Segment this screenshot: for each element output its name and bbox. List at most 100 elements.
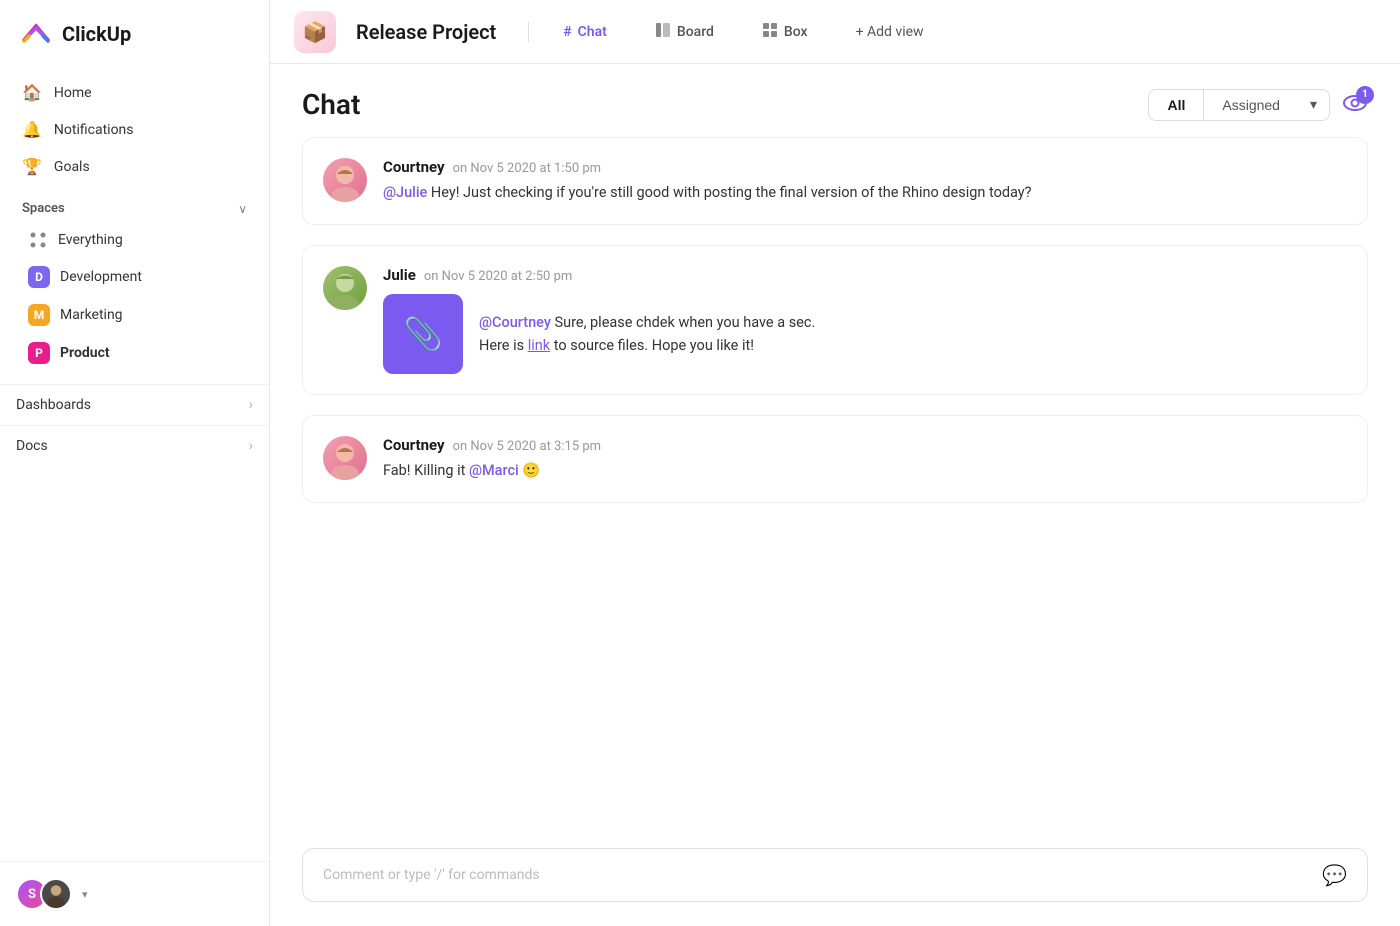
sidebar-item-docs[interactable]: Docs › [0,425,269,466]
sidebar-item-home[interactable]: 🏠 Home [12,74,257,111]
sidebar-item-notifications-label: Notifications [54,122,134,138]
filter-all-button[interactable]: All [1149,90,1204,120]
dropdown-chevron-icon: ▾ [1310,97,1317,113]
sidebar-item-notifications[interactable]: 🔔 Notifications [12,111,257,148]
source-link[interactable]: link [528,337,550,354]
mention-courtney: @Courtney [479,314,551,331]
message-2: Julie on Nov 5 2020 at 2:50 pm 📎 @Courtn… [302,245,1368,395]
filter-dropdown-button[interactable]: ▾ [1298,90,1329,120]
docs-label: Docs [16,438,48,454]
project-icon: 📦 [294,11,336,53]
msg-3-header: Courtney on Nov 5 2020 at 3:15 pm [383,436,1347,454]
message-1: Courtney on Nov 5 2020 at 1:50 pm @Julie… [302,137,1368,225]
avatar-2 [40,878,72,910]
sidebar-item-goals-label: Goals [54,159,90,175]
docs-chevron-icon: › [249,438,253,454]
chat-header-right: All Assigned ▾ 1 [1148,89,1368,121]
msg-3-text: Fab! Killing it @Marci 🙂 [383,460,1347,482]
mention-julie: @Julie [383,184,427,201]
chat-title: Chat [302,88,360,121]
bell-icon: 🔔 [22,120,42,139]
julie-avatar [323,266,367,310]
dashboards-chevron-icon: › [249,397,253,413]
tab-board[interactable]: Board [641,16,728,48]
box-icon [762,22,778,42]
paperclip-icon: 📎 [403,315,443,353]
sidebar-item-development[interactable]: D Development [6,258,263,296]
tab-box-label: Box [784,24,808,40]
tab-divider [528,22,529,42]
sidebar-item-everything[interactable]: Everything [6,222,263,258]
tab-box[interactable]: Box [748,16,822,48]
msg-3-author: Courtney [383,436,445,454]
sidebar-item-home-label: Home [54,85,92,101]
avatar-group[interactable]: S [16,878,72,910]
msg-2-header: Julie on Nov 5 2020 at 2:50 pm [383,266,1347,284]
eye-icon-button[interactable]: 1 [1342,92,1368,118]
everything-label: Everything [58,232,123,248]
logo-text: ClickUp [62,22,131,46]
msg-1-text: @Julie Hey! Just checking if you're stil… [383,182,1347,204]
product-label: Product [60,345,110,361]
msg-2-attachment: 📎 @Courtney Sure, please chdek when you … [383,294,1347,374]
msg-3-time: on Nov 5 2020 at 3:15 pm [453,439,601,454]
home-icon: 🏠 [22,83,42,102]
msg-2-author: Julie [383,266,416,284]
courtney-avatar-1 [323,158,367,202]
dashboards-label: Dashboards [16,397,91,413]
development-label: Development [60,269,142,285]
sidebar-item-marketing[interactable]: M Marketing [6,296,263,334]
mention-marci: @Marci [469,462,519,479]
chat-hash-icon: # [563,24,571,40]
add-view-button[interactable]: + Add view [842,18,938,46]
eye-badge: 1 [1356,86,1374,104]
comment-area: Comment or type '/' for commands 💬 [270,832,1400,926]
trophy-icon: 🏆 [22,157,42,176]
chat-area: Chat All Assigned ▾ 1 [270,64,1400,926]
tab-board-label: Board [677,24,714,40]
msg-1-time: on Nov 5 2020 at 1:50 pm [453,161,601,176]
spaces-label: Spaces [22,201,65,216]
project-icon-emoji: 📦 [303,20,328,44]
attachment-icon-box: 📎 [383,294,463,374]
spaces-chevron-icon: ∨ [238,202,247,216]
msg-2-text: @Courtney Sure, please chdek when you ha… [479,311,815,357]
topbar: 📦 Release Project # Chat Board Box + Add… [270,0,1400,64]
expand-section: Dashboards › Docs › [0,384,269,466]
development-badge: D [28,266,50,288]
clickup-logo-icon [20,18,52,50]
tab-chat-label: Chat [578,24,607,40]
sidebar-item-goals[interactable]: 🏆 Goals [12,148,257,185]
msg-2-time: on Nov 5 2020 at 2:50 pm [424,269,572,284]
board-icon [655,22,671,42]
msg-3-content: Courtney on Nov 5 2020 at 3:15 pm Fab! K… [383,436,1347,482]
sidebar: ClickUp 🏠 Home 🔔 Notifications 🏆 Goals S… [0,0,270,926]
msg-1-header: Courtney on Nov 5 2020 at 1:50 pm [383,158,1347,176]
project-title: Release Project [356,20,496,44]
comment-box[interactable]: Comment or type '/' for commands 💬 [302,848,1368,902]
messages-list: Courtney on Nov 5 2020 at 1:50 pm @Julie… [270,137,1400,832]
message-3: Courtney on Nov 5 2020 at 3:15 pm Fab! K… [302,415,1368,503]
sidebar-bottom: S ▾ [0,861,269,926]
user-avatar-icon [42,878,70,910]
avatar-chevron-icon[interactable]: ▾ [82,888,88,901]
grid-icon [28,230,48,250]
logo-area: ClickUp [0,0,269,68]
spaces-header[interactable]: Spaces ∨ [0,191,269,222]
add-view-label: + Add view [856,24,924,40]
marketing-badge: M [28,304,50,326]
marketing-label: Marketing [60,307,123,323]
product-badge: P [28,342,50,364]
chat-header: Chat All Assigned ▾ 1 [270,64,1400,137]
filter-group: All Assigned ▾ [1148,89,1330,121]
msg-2-content: Julie on Nov 5 2020 at 2:50 pm 📎 @Courtn… [383,266,1347,374]
msg-1-content: Courtney on Nov 5 2020 at 1:50 pm @Julie… [383,158,1347,204]
sidebar-item-product[interactable]: P Product [6,334,263,372]
tab-chat[interactable]: # Chat [549,18,621,46]
chat-bubble-icon: 💬 [1322,863,1347,887]
main-content: 📦 Release Project # Chat Board Box + Add… [270,0,1400,926]
sidebar-item-dashboards[interactable]: Dashboards › [0,384,269,425]
filter-assigned-button[interactable]: Assigned [1204,90,1298,120]
msg-1-author: Courtney [383,158,445,176]
comment-placeholder: Comment or type '/' for commands [323,867,540,883]
